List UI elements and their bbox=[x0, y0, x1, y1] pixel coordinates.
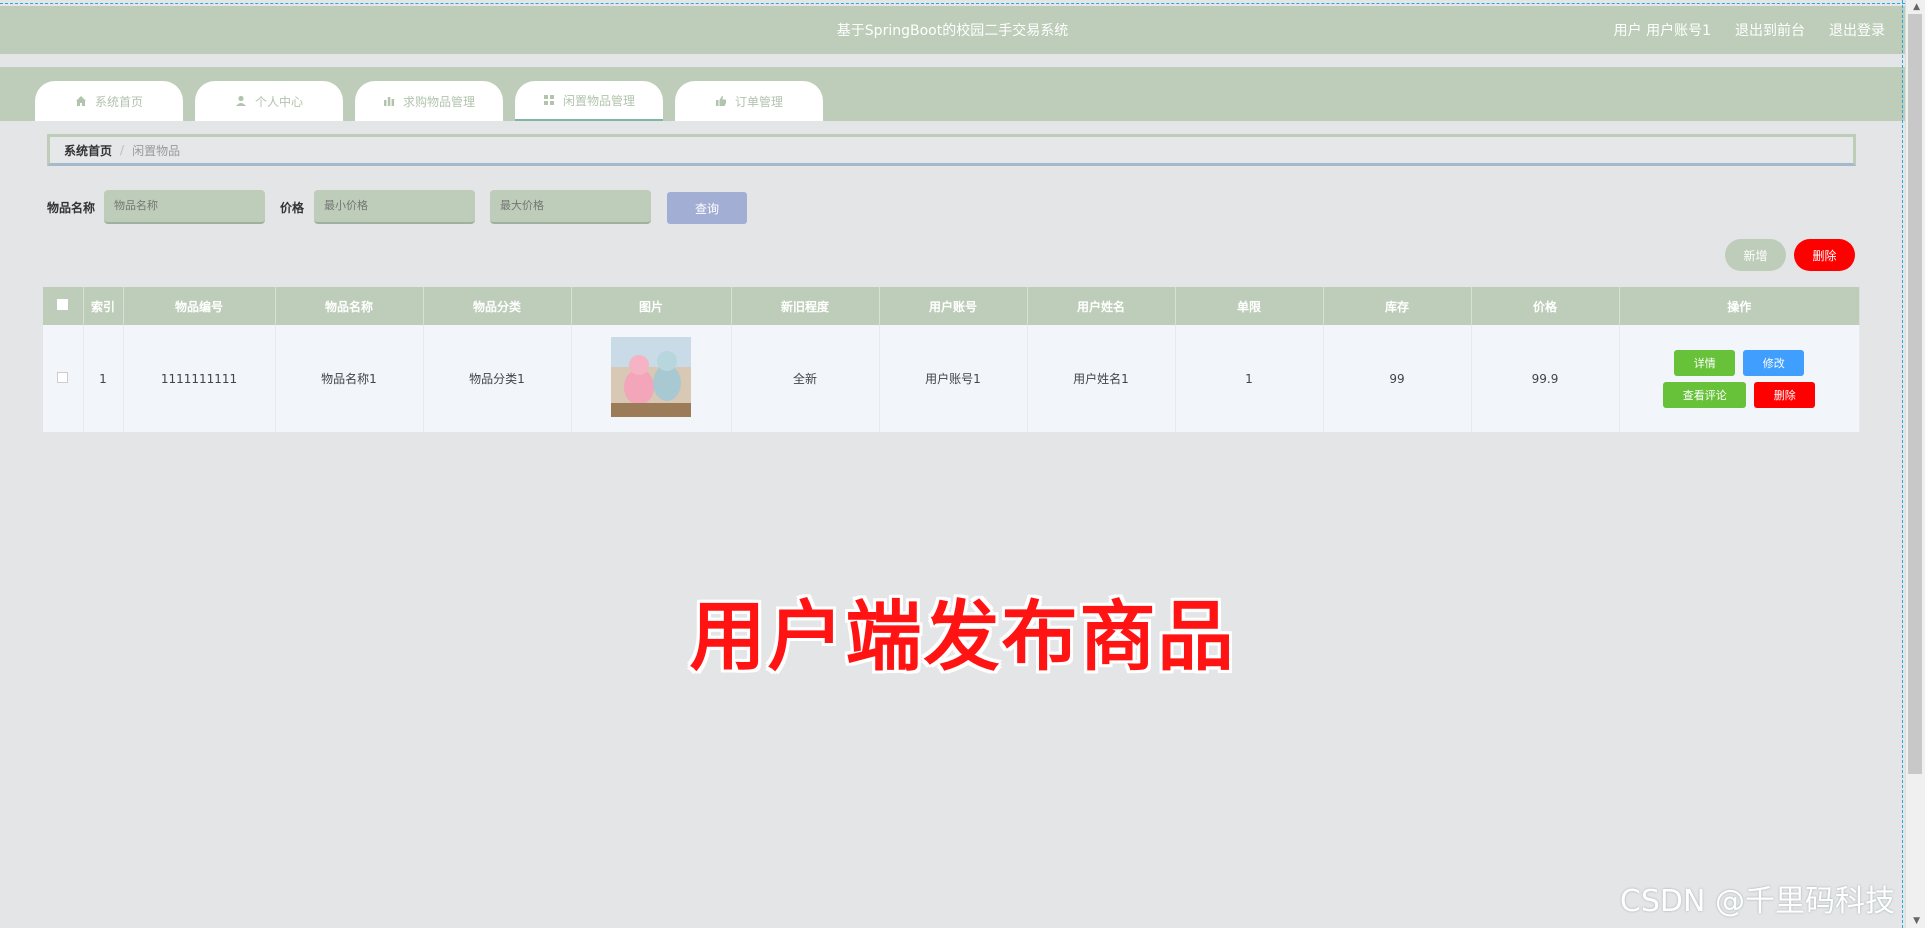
edit-button[interactable]: 修改 bbox=[1743, 349, 1805, 376]
item-thumbnail[interactable] bbox=[611, 337, 691, 417]
col-header: 物品编号 bbox=[123, 287, 276, 325]
tab-label: 闲置物品管理 bbox=[562, 93, 635, 108]
back-to-front-link[interactable]: 退出到前台 bbox=[1735, 20, 1805, 40]
cell-username: 用户姓名1 bbox=[1027, 325, 1176, 432]
bar-chart-icon bbox=[383, 97, 395, 106]
col-header: 价格 bbox=[1471, 287, 1620, 325]
cell-price: 99.9 bbox=[1471, 325, 1620, 432]
breadcrumb-current: 闲置物品 bbox=[132, 143, 181, 158]
col-header: 索引 bbox=[83, 287, 124, 325]
detail-button[interactable]: 详情 bbox=[1674, 349, 1736, 376]
cell-condition: 全新 bbox=[731, 325, 880, 432]
tab-personal-center[interactable]: 个人中心 bbox=[195, 81, 343, 121]
tab-orders[interactable]: 订单管理 bbox=[675, 81, 823, 121]
query-button[interactable]: 查询 bbox=[667, 192, 747, 224]
batch-delete-button[interactable]: 删除 bbox=[1794, 239, 1855, 271]
cell-name: 物品名称1 bbox=[275, 325, 424, 432]
cell-account: 用户账号1 bbox=[879, 325, 1028, 432]
thumbs-up-icon bbox=[715, 96, 726, 106]
breadcrumb: 系统首页 / 闲置物品 bbox=[47, 134, 1856, 166]
cell-image bbox=[571, 325, 732, 432]
selection-border-right bbox=[1902, 0, 1903, 928]
page: 基于SpringBoot的校园二手交易系统 用户 用户账号1 退出到前台 退出登… bbox=[0, 0, 1925, 928]
scroll-down-arrow-icon[interactable]: ▼ bbox=[1913, 916, 1920, 926]
current-user: 用户 用户账号1 bbox=[1613, 23, 1711, 39]
overlay-caption: 用户端发布商品 bbox=[689, 592, 1236, 681]
price-label: 价格 bbox=[280, 201, 305, 215]
home-icon bbox=[75, 96, 86, 106]
vertical-scrollbar[interactable]: ▲ ▼ bbox=[1905, 0, 1925, 928]
col-header: 用户姓名 bbox=[1027, 287, 1176, 325]
row-operations: 详情 修改 查看评论 删除 bbox=[1663, 349, 1816, 408]
item-name-label: 物品名称 bbox=[47, 201, 96, 215]
cell-code: 1111111111 bbox=[123, 325, 276, 432]
price-max-input[interactable] bbox=[490, 190, 651, 224]
tab-wanted-items[interactable]: 求购物品管理 bbox=[355, 81, 503, 121]
selection-border bbox=[0, 3, 1905, 4]
tab-label: 系统首页 bbox=[94, 94, 143, 109]
user-icon bbox=[235, 95, 246, 106]
row-checkbox[interactable] bbox=[57, 371, 69, 383]
tab-home[interactable]: 系统首页 bbox=[35, 81, 183, 121]
search-form: 物品名称 价格 查询 bbox=[47, 190, 847, 224]
col-header: 物品名称 bbox=[275, 287, 424, 325]
row-select-cell bbox=[43, 325, 84, 432]
cell-category: 物品分类1 bbox=[423, 325, 572, 432]
breadcrumb-home[interactable]: 系统首页 bbox=[64, 142, 112, 159]
cell-limit: 1 bbox=[1175, 325, 1324, 432]
plush-toy-image bbox=[611, 337, 691, 417]
price-min-input[interactable] bbox=[314, 190, 475, 224]
col-header: 单限 bbox=[1175, 287, 1324, 325]
col-header: 物品分类 bbox=[423, 287, 572, 325]
table-header-row: 索引 物品编号 物品名称 物品分类 图片 新旧程度 用户账号 用户姓名 单限 库… bbox=[43, 287, 1860, 325]
col-header: 新旧程度 bbox=[731, 287, 880, 325]
item-name-input[interactable] bbox=[104, 190, 265, 224]
tab-label: 求购物品管理 bbox=[402, 94, 475, 109]
cell-operations: 详情 修改 查看评论 删除 bbox=[1619, 325, 1860, 432]
logout-link[interactable]: 退出登录 bbox=[1829, 20, 1885, 40]
grid-icon bbox=[543, 95, 554, 105]
view-comments-button[interactable]: 查看评论 bbox=[1663, 381, 1747, 408]
items-table: 索引 物品编号 物品名称 物品分类 图片 新旧程度 用户账号 用户姓名 单限 库… bbox=[43, 287, 1860, 432]
row-delete-button[interactable]: 删除 bbox=[1754, 381, 1816, 408]
tab-label: 个人中心 bbox=[254, 94, 303, 109]
col-header: 操作 bbox=[1619, 287, 1860, 325]
cell-stock: 99 bbox=[1323, 325, 1472, 432]
select-all-cell bbox=[43, 287, 84, 325]
tab-idle-items[interactable]: 闲置物品管理 bbox=[515, 81, 663, 121]
scrollbar-thumb[interactable] bbox=[1908, 14, 1922, 774]
top-header: 基于SpringBoot的校园二手交易系统 用户 用户账号1 退出到前台 退出登… bbox=[0, 6, 1905, 54]
select-all-checkbox[interactable] bbox=[57, 299, 69, 310]
watermark: CSDN @千里码科技 bbox=[1619, 884, 1895, 919]
scroll-up-arrow-icon[interactable]: ▲ bbox=[1913, 2, 1920, 12]
col-header: 用户账号 bbox=[879, 287, 1028, 325]
breadcrumb-separator: / bbox=[120, 143, 125, 157]
tab-label: 订单管理 bbox=[734, 94, 783, 109]
cell-index: 1 bbox=[83, 325, 124, 432]
col-header: 库存 bbox=[1323, 287, 1472, 325]
nav-tabbar: 系统首页 个人中心 求购物品管理 闲置物品管理 订单管理 bbox=[0, 67, 1905, 121]
table-row: 1 1111111111 物品名称1 物品分类1 全新 用户账号1 用户姓名1 … bbox=[43, 325, 1860, 432]
add-button[interactable]: 新增 bbox=[1725, 239, 1786, 271]
header-links: 用户 用户账号1 退出到前台 退出登录 bbox=[1614, 20, 1885, 40]
col-header: 图片 bbox=[571, 287, 732, 325]
